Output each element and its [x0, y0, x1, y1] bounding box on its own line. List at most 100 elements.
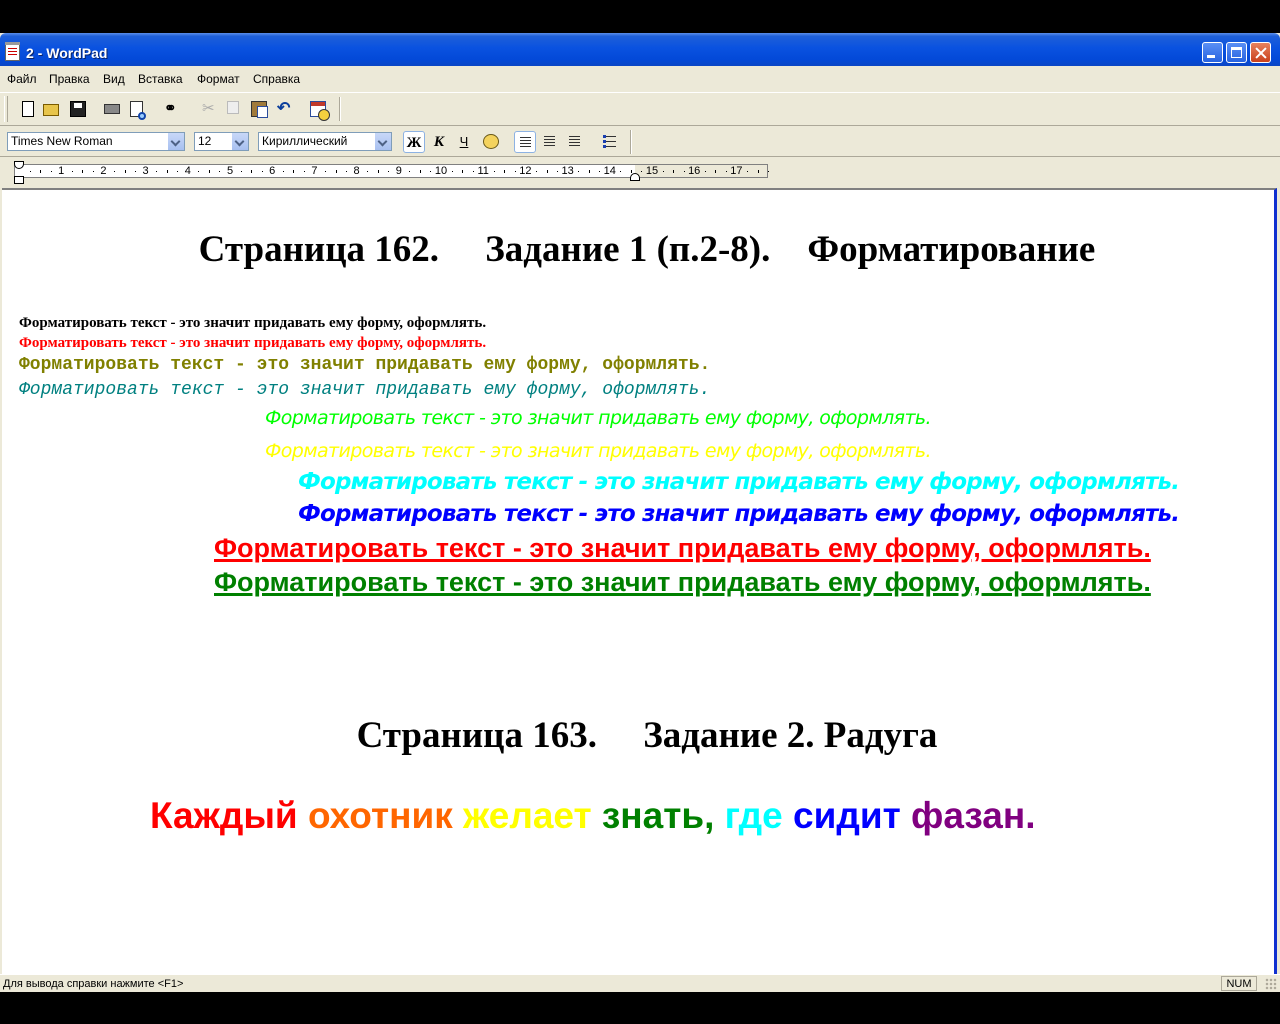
rainbow-word-blue: сидит [793, 795, 901, 836]
undo-icon[interactable]: ↶ [277, 101, 293, 117]
ruler-quarter-mark [156, 171, 158, 172]
format-bar: Times New Roman 12 Кириллический Ж К Ч [0, 126, 1280, 157]
rainbow-word-violet: фазан. [910, 795, 1036, 836]
open-folder-icon[interactable] [43, 104, 59, 116]
find-icon[interactable]: ⚭ [164, 101, 180, 117]
script-select[interactable]: Кириллический [258, 132, 392, 151]
copy-icon[interactable] [227, 101, 239, 114]
ruler-quarter-mark [282, 171, 284, 172]
heading-page-162: Страница 162. Задание 1 (п.2-8). Формати… [198, 229, 1096, 270]
sample-line-2: Форматировать текст - это значит придава… [19, 335, 487, 351]
menu-format[interactable]: Формат [197, 72, 240, 86]
chevron-down-icon[interactable] [374, 133, 391, 150]
resize-grip[interactable] [1265, 978, 1277, 990]
rainbow-word-cyan: где [724, 795, 783, 836]
wordpad-app-icon[interactable] [5, 42, 20, 61]
chevron-down-icon[interactable] [167, 133, 184, 150]
title-bar[interactable]: 2 - WordPad [0, 33, 1280, 66]
close-button[interactable] [1250, 42, 1271, 63]
ruler-quarter-mark [409, 171, 411, 172]
sample-line-8: Форматировать текст - это значит придава… [298, 501, 1180, 527]
ruler-quarter-mark [240, 171, 242, 172]
sample-line-10: Форматировать текст - это значит придава… [214, 567, 1151, 597]
toolbar-separator [339, 97, 341, 121]
toolbar-separator [630, 130, 632, 154]
ruler-number: 9 [395, 165, 402, 177]
bullets-button[interactable] [598, 131, 620, 153]
menu-edit[interactable]: Правка [49, 72, 90, 86]
print-preview-icon[interactable] [130, 101, 146, 120]
ruler-number: 3 [142, 165, 149, 177]
ruler-area: 1 2 3 4 5 6 7 8 9 10 11 12 13 14 15 16 17 [0, 157, 1280, 186]
save-icon[interactable] [70, 101, 86, 117]
ruler-quarter-mark [451, 171, 453, 172]
rainbow-sentence: Каждый охотник желает знать, где сидит ф… [150, 795, 1036, 837]
rainbow-word-green: знать, [601, 795, 715, 836]
ruler-quarter-mark [50, 171, 52, 172]
sample-line-7: Форматировать текст - это значит придава… [298, 469, 1180, 495]
ruler-quarter-mark [113, 171, 115, 172]
align-left-button[interactable] [514, 131, 536, 153]
ruler-quarter-mark [493, 171, 495, 172]
standard-toolbar: ⚭ ✂ ↶ [0, 92, 1280, 126]
ruler-number: 7 [311, 165, 318, 177]
ruler-quarter-mark [71, 171, 73, 172]
ruler-quarter-mark [135, 171, 137, 172]
rainbow-word-orange: охотник [307, 795, 453, 836]
toolbar-grip[interactable] [4, 96, 8, 122]
window-title: 2 - WordPad [26, 45, 108, 61]
italic-button[interactable]: К [428, 131, 450, 153]
align-right-button[interactable] [564, 131, 586, 153]
ruler-half-mark [40, 170, 42, 173]
color-button[interactable] [479, 131, 501, 153]
rainbow-word-red: Каждый [150, 795, 298, 836]
ruler-quarter-mark [388, 171, 390, 172]
ruler-quarter-mark [641, 171, 643, 172]
right-indent-marker[interactable] [630, 173, 640, 181]
align-center-button[interactable] [539, 131, 561, 153]
insert-date-time-icon[interactable] [310, 101, 330, 121]
ruler-number: 12 [519, 165, 532, 177]
ruler-quarter-mark [92, 171, 94, 172]
left-indent-marker[interactable] [14, 176, 24, 184]
rainbow-word-yellow: желает [463, 795, 592, 836]
ruler-half-mark [546, 170, 548, 173]
print-icon[interactable] [104, 104, 120, 114]
paste-icon[interactable] [251, 101, 268, 118]
wordpad-window: 2 - WordPad Файл Правка Вид Вставка Форм… [0, 33, 1280, 992]
ruler-half-mark [757, 170, 759, 173]
ruler-quarter-mark [346, 171, 348, 172]
minimize-button[interactable] [1202, 42, 1223, 63]
align-right-icon [569, 136, 580, 147]
ruler-quarter-mark [535, 171, 537, 172]
ruler-quarter-mark [367, 171, 369, 172]
ruler-half-mark [715, 170, 717, 173]
menu-bar: Файл Правка Вид Вставка Формат Справка [0, 68, 1280, 88]
num-lock-indicator: NUM [1221, 976, 1257, 991]
sample-line-5: Форматировать текст - это значит придава… [265, 407, 932, 429]
ruler[interactable]: 1 2 3 4 5 6 7 8 9 10 11 12 13 14 15 16 17 [14, 164, 770, 178]
underline-button[interactable]: Ч [453, 131, 475, 153]
menu-file[interactable]: Файл [7, 72, 37, 86]
ruler-number: 2 [100, 165, 107, 177]
font-size-select[interactable]: 12 [194, 132, 249, 151]
menu-help[interactable]: Справка [253, 72, 300, 86]
menu-view[interactable]: Вид [103, 72, 125, 86]
sample-line-4: Форматировать текст - это значит придава… [19, 380, 711, 400]
chevron-down-icon[interactable] [231, 133, 248, 150]
document-area[interactable]: Страница 162. Задание 1 (п.2-8). Формати… [2, 188, 1277, 975]
new-document-icon[interactable] [22, 101, 34, 117]
ruler-number: 5 [226, 165, 234, 177]
ruler-number: 10 [434, 165, 448, 177]
bold-button[interactable]: Ж [403, 131, 425, 153]
menu-insert[interactable]: Вставка [138, 72, 183, 86]
font-name-select[interactable]: Times New Roman [7, 132, 185, 151]
ruler-quarter-mark [177, 171, 179, 172]
status-bar: Для вывода справки нажмите <F1> NUM [0, 974, 1280, 993]
ruler-half-mark [124, 170, 126, 173]
ruler-number: 13 [561, 165, 574, 177]
ruler-quarter-mark [620, 171, 622, 172]
ruler-quarter-mark [198, 171, 200, 172]
cut-icon[interactable]: ✂ [202, 101, 218, 117]
maximize-button[interactable] [1226, 42, 1247, 63]
